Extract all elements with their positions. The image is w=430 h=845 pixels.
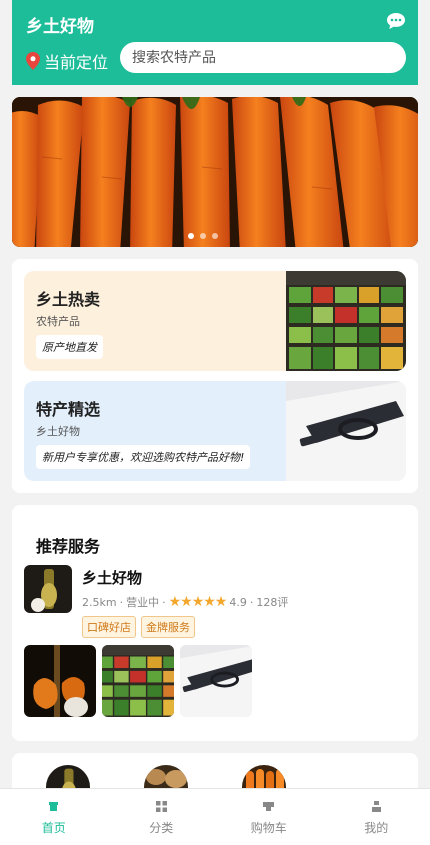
shop-status: 营业中 [126, 594, 159, 610]
promo-subtitle: 农特产品 [36, 313, 80, 329]
banner-pagination [188, 233, 218, 239]
separator-dot: · [120, 596, 124, 609]
cart-icon [263, 801, 274, 812]
shop-gallery [24, 645, 252, 717]
section-title: 推荐服务 [36, 533, 100, 557]
home-icon [48, 801, 59, 812]
separator-dot: · [250, 596, 254, 609]
app-title: 乡土好物 [26, 12, 94, 37]
carrots-banner-image [12, 97, 418, 247]
pagination-dot[interactable] [200, 233, 206, 239]
promo-subtitle: 乡土好物 [36, 423, 80, 439]
separator-dot: · [162, 596, 166, 609]
search-input[interactable] [120, 42, 406, 73]
location-label: 当前定位 [44, 49, 108, 73]
promo-tag: 原产地直发 [36, 335, 103, 359]
shop-rating: 4.9 [229, 596, 247, 609]
promo-hot-sale[interactable]: 乡土热卖 农特产品 原产地直发 [24, 271, 406, 371]
promo-card: 乡土热卖 农特产品 原产地直发 特产精选 乡土好物 新用户专享优惠，欢迎选购农特… [12, 259, 418, 493]
shop-meta: 2.5km · 营业中 · ★★★★★ 4.9 · 128评 [82, 594, 288, 610]
hero-banner[interactable] [12, 97, 418, 247]
gallery-image[interactable] [102, 645, 174, 717]
recommend-card: 推荐服务 乡土好物 2.5km · 营业中 · ★★★★★ 4.9 · 128评… [12, 505, 418, 741]
device-desk-image [286, 381, 406, 481]
shop-name[interactable]: 乡土好物 [82, 567, 142, 588]
shop-badge: 口碑好店 [82, 616, 136, 638]
bottom-tab-bar: 首页 分类 购物车 我的 [0, 788, 430, 845]
grid-icon [156, 801, 167, 812]
user-icon [371, 801, 382, 812]
chat-bubble-icon[interactable] [386, 12, 406, 30]
vegetable-shelf-image [286, 271, 406, 371]
shop-badges: 口碑好店 金牌服务 [82, 616, 195, 638]
app-header: 乡土好物 当前定位 [12, 0, 418, 85]
shop-distance: 2.5km [82, 596, 117, 609]
pagination-dot[interactable] [188, 233, 194, 239]
gallery-image[interactable] [24, 645, 96, 717]
location-selector[interactable]: 当前定位 [26, 49, 108, 73]
tab-label: 分类 [149, 819, 173, 836]
tab-label: 购物车 [251, 819, 287, 836]
tab-label: 首页 [42, 819, 66, 836]
shop-badge: 金牌服务 [141, 616, 195, 638]
map-pin-icon [26, 52, 40, 70]
promo-title: 特产精选 [36, 396, 100, 420]
promo-title: 乡土热卖 [36, 286, 100, 310]
tab-cart[interactable]: 购物车 [215, 789, 323, 845]
tab-home[interactable]: 首页 [0, 789, 108, 845]
star-rating: ★★★★★ [169, 594, 227, 610]
tab-category[interactable]: 分类 [108, 789, 216, 845]
shop-avatar[interactable] [24, 565, 72, 613]
pagination-dot[interactable] [212, 233, 218, 239]
gallery-image[interactable] [180, 645, 252, 717]
tab-label: 我的 [364, 819, 388, 836]
tab-profile[interactable]: 我的 [323, 789, 430, 845]
promo-specialty[interactable]: 特产精选 乡土好物 新用户专享优惠，欢迎选购农特产品好物! [24, 381, 406, 481]
shop-reviews[interactable]: 128评 [256, 594, 288, 610]
promo-tag: 新用户专享优惠，欢迎选购农特产品好物! [36, 445, 250, 469]
